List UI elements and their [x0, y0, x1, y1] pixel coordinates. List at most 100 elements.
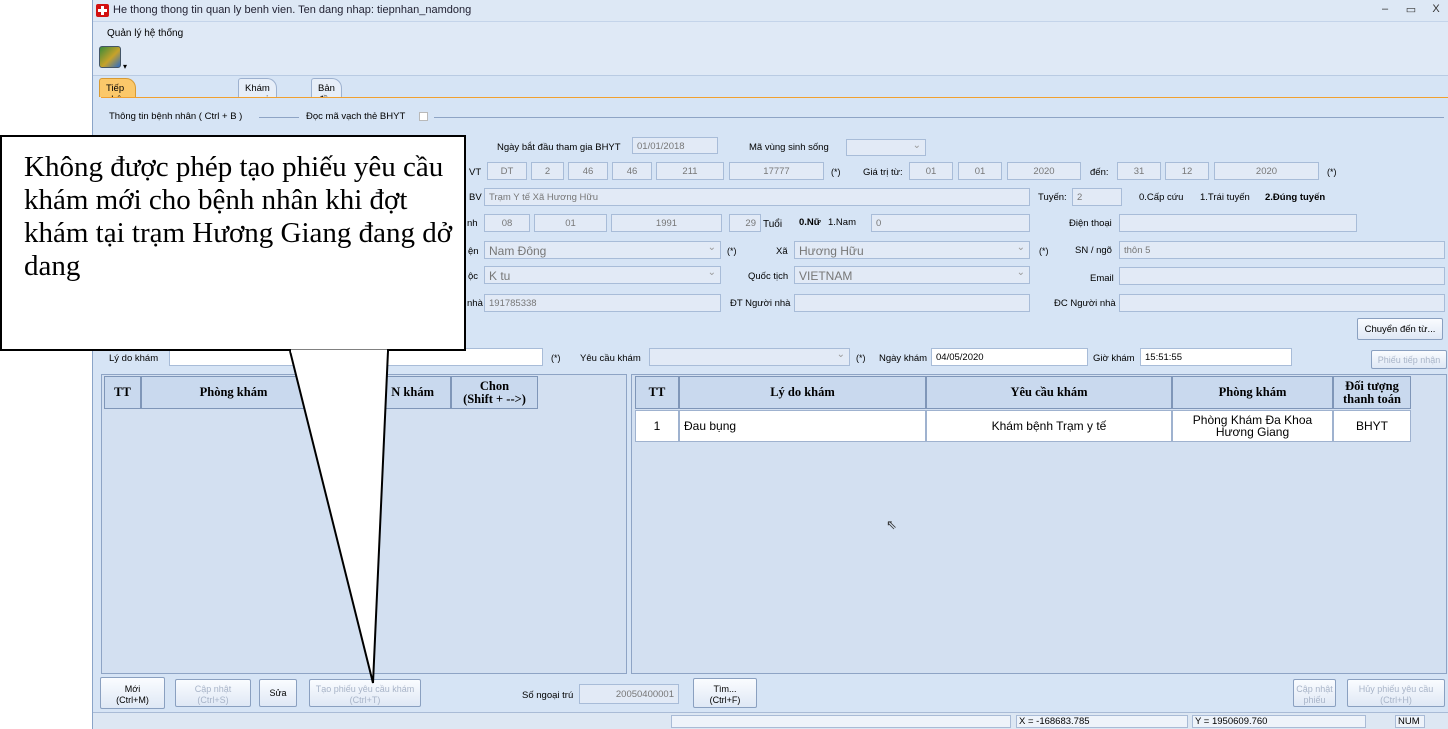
sex-input[interactable]: 0 — [871, 214, 1030, 232]
commune-select[interactable]: Hương Hữu — [794, 241, 1030, 259]
bhyt-start-input[interactable]: 01/01/2018 — [632, 137, 718, 154]
required-mark: (*) — [727, 246, 737, 256]
region-label: Mã vùng sinh sống — [749, 142, 829, 153]
dob-year[interactable]: 1991 — [611, 214, 722, 232]
app-window: He thong thong tin quan ly benh vien. Te… — [92, 0, 1448, 729]
outpatient-no-input[interactable]: 20050400001 — [579, 684, 679, 704]
district-prefix: ện — [468, 246, 479, 257]
valid-from-year[interactable]: 2020 — [1007, 162, 1081, 180]
tab-outpatient-exam[interactable]: Khám ngoại trú — [238, 78, 277, 116]
valid-from-label: Giá trị từ: — [863, 167, 903, 178]
age-input[interactable]: 29 — [729, 214, 761, 232]
left-header-room: Phòng khám — [141, 376, 326, 409]
ethnic-prefix: ộc — [468, 271, 479, 282]
status-bar: X = -168683.785 Y = 1950609.760 NUM — [93, 712, 1448, 729]
exam-date-input[interactable]: 04/05/2020 — [931, 348, 1088, 366]
email-label: Email — [1090, 273, 1114, 284]
chevron-down-icon[interactable]: ▾ — [123, 62, 127, 71]
facility-input[interactable]: Trạm Y tế Xã Hương Hữu — [484, 188, 1030, 206]
region-select[interactable] — [846, 139, 926, 156]
title-bar: He thong thong tin quan ly benh vien. Te… — [93, 0, 1448, 22]
barcode-checkbox[interactable] — [419, 112, 428, 121]
family-phone-input[interactable] — [794, 294, 1030, 312]
facility-prefix: BV — [469, 192, 482, 203]
status-x: X = -168683.785 — [1016, 715, 1188, 728]
valid-to-day[interactable]: 31 — [1117, 162, 1161, 180]
close-button[interactable]: X — [1427, 3, 1445, 17]
card-part-3[interactable]: 46 — [568, 162, 608, 180]
card-part-6[interactable]: 17777 — [729, 162, 824, 180]
card-part-2[interactable]: 2 — [531, 162, 564, 180]
right-header-room: Phòng khám — [1172, 376, 1333, 409]
valid-to-month[interactable]: 12 — [1165, 162, 1209, 180]
update-button[interactable]: Cập nhật (Ctrl+S) — [175, 679, 251, 707]
bhyt-start-label: Ngày bắt đầu tham gia BHYT — [497, 142, 621, 153]
toolbar — [93, 42, 1448, 76]
tuyen-input[interactable]: 2 — [1072, 188, 1122, 206]
family-addr-input[interactable] — [1119, 294, 1445, 312]
dob-prefix: nh — [467, 218, 478, 229]
hospital-cross-icon — [96, 4, 109, 17]
valid-to-label: đến: — [1090, 167, 1109, 178]
required-mark: (*) — [1327, 167, 1337, 177]
minimize-button[interactable]: – — [1376, 3, 1394, 17]
reason-label: Lý do khám — [109, 353, 159, 364]
request-select[interactable] — [649, 348, 850, 366]
exam-date-label: Ngày khám — [879, 353, 928, 364]
valid-from-month[interactable]: 01 — [958, 162, 1002, 180]
row-1-room[interactable]: Phòng Khám Đa Khoa Hương Giang — [1172, 410, 1333, 442]
update-slip-button[interactable]: Cập nhật phiếu — [1293, 679, 1336, 707]
tab-outpatient-reception[interactable]: Tiếp nhận bệnh nhân ngoại trú — [99, 78, 137, 149]
phone-label: Điện thoại — [1069, 218, 1112, 229]
row-1-reason[interactable]: Đau bụng — [679, 410, 926, 442]
restore-button[interactable]: ▭ — [1402, 3, 1420, 17]
edit-button[interactable]: Sửa — [259, 679, 297, 707]
phone-input[interactable] — [1119, 214, 1357, 232]
card-prefix: VT — [469, 167, 482, 178]
ethnic-select[interactable]: K tu — [484, 266, 721, 284]
age-label: Tuổi — [763, 219, 783, 230]
section-title: Thông tin bệnh nhân ( Ctrl + B ) — [109, 111, 243, 122]
search-button[interactable]: Tìm... (Ctrl+F) — [693, 678, 757, 708]
row-1-request[interactable]: Khám bệnh Trạm y tế — [926, 410, 1172, 442]
family-id-input[interactable]: 191785338 — [484, 294, 721, 312]
divider — [434, 117, 1444, 118]
divider — [259, 117, 299, 118]
valid-to-year[interactable]: 2020 — [1214, 162, 1319, 180]
card-part-4[interactable]: 46 — [612, 162, 652, 180]
house-input[interactable]: thôn 5 — [1119, 241, 1445, 259]
district-select[interactable]: Nam Đông — [484, 241, 721, 259]
tuyen-option-emergency: 0.Cấp cứu — [1139, 192, 1184, 203]
valid-from-day[interactable]: 01 — [909, 162, 953, 180]
dob-month[interactable]: 01 — [534, 214, 607, 232]
tuyen-option-wrong: 1.Trái tuyến — [1200, 192, 1250, 203]
cancel-slip-button[interactable]: Hủy phiếu yêu cầu (Ctrl+H) — [1347, 679, 1445, 707]
window-title: He thong thong tin quan ly benh vien. Te… — [113, 4, 472, 16]
nationality-label: Quốc tịch — [748, 271, 789, 282]
row-1-payer[interactable]: BHYT — [1333, 410, 1411, 442]
menu-bar: Quản lý hệ thống — [93, 22, 1448, 42]
new-button[interactable]: Mới (Ctrl+M) — [100, 677, 165, 709]
menu-system[interactable]: Quản lý hệ thống — [107, 28, 183, 39]
row-1-tt[interactable]: 1 — [635, 410, 679, 442]
tab-map[interactable]: Bản đồ — [311, 78, 342, 105]
annotation-callout: Không được phép tạo phiếu yêu cầu khám m… — [0, 135, 466, 351]
card-part-1[interactable]: DT — [487, 162, 527, 180]
nationality-select[interactable]: VIETNAM — [794, 266, 1030, 284]
create-slip-button[interactable]: Tạo phiếu yêu cầu khám (Ctrl+T) — [309, 679, 421, 707]
people-settings-icon[interactable] — [99, 46, 121, 68]
exam-time-input[interactable]: 15:51:55 — [1140, 348, 1292, 366]
card-part-5[interactable]: 211 — [656, 162, 724, 180]
right-header-request: Yêu cầu khám — [926, 376, 1172, 409]
email-input[interactable] — [1119, 267, 1445, 285]
tuyen-option-correct: 2.Đúng tuyến — [1265, 192, 1326, 203]
barcode-label: Đọc mã vạch thẻ BHYT — [306, 111, 406, 122]
dob-day[interactable]: 08 — [484, 214, 530, 232]
house-label: SN / ngõ — [1075, 245, 1112, 256]
reception-slip-button[interactable]: Phiếu tiếp nhận — [1371, 350, 1447, 369]
left-header-choose: Chon (Shift + -->) — [451, 376, 538, 409]
outpatient-no-label: Số ngoại trú — [522, 690, 574, 701]
right-header-reason: Lý do khám — [679, 376, 926, 409]
left-header-tt: TT — [104, 376, 141, 409]
transfer-button[interactable]: Chuyển đến từ... — [1357, 318, 1443, 340]
